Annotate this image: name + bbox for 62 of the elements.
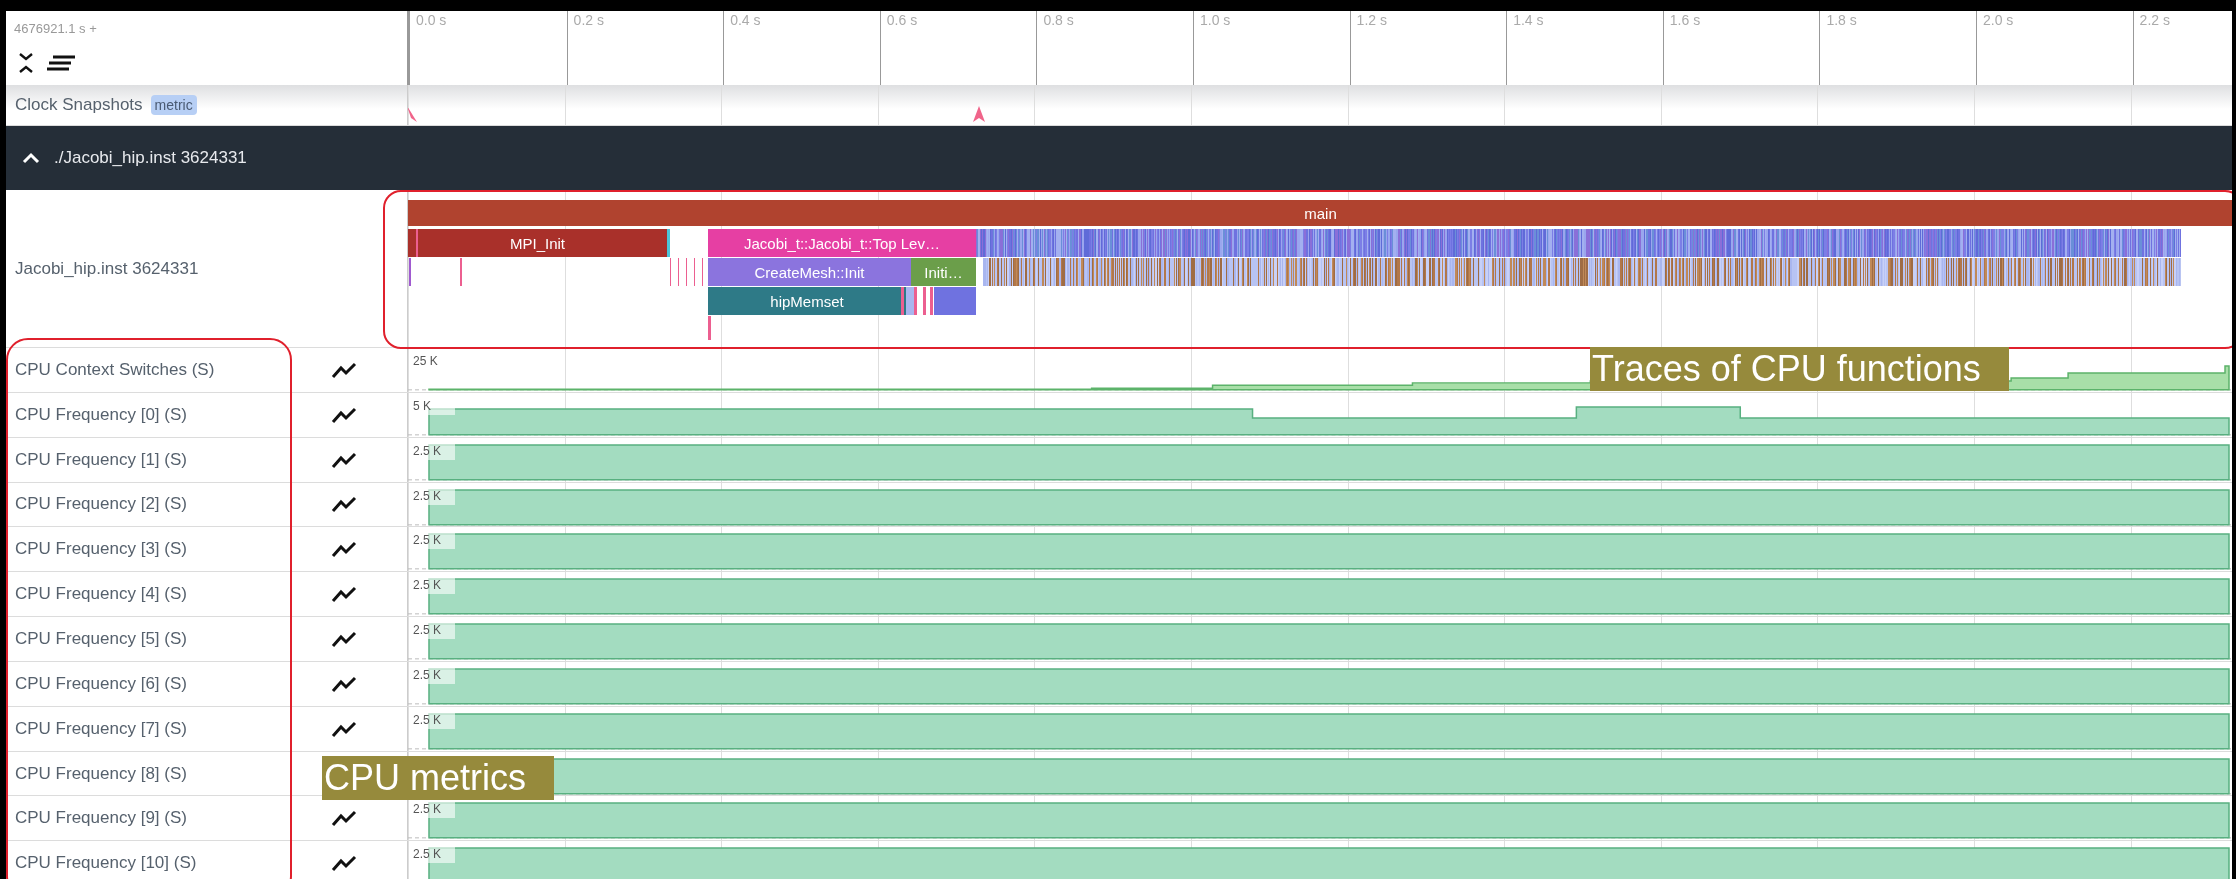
track-label: Jacobi_hip.inst 3624331: [15, 258, 199, 279]
chart-line-icon[interactable]: [331, 809, 357, 828]
counter-max-label: 2.5 K: [412, 442, 455, 460]
counter-label: CPU Frequency [9] (S): [15, 808, 187, 829]
time-tick-label: 0.8 s: [1043, 12, 1074, 28]
time-tick-label: 1.6 s: [1669, 12, 1701, 28]
counter-label: CPU Frequency [1] (S): [15, 449, 187, 470]
time-tick-label: 2.0 s: [1983, 12, 2014, 28]
counter-label: CPU Frequency [5] (S): [15, 629, 187, 649]
counter-label: CPU Frequency [10] (S): [15, 853, 197, 874]
trace-slice[interactable]: main: [408, 200, 2232, 226]
chart-line-icon[interactable]: [331, 450, 357, 469]
chevron-up-icon[interactable]: [22, 152, 40, 164]
chart-line-icon[interactable]: [331, 719, 357, 738]
lines-icon[interactable]: [46, 53, 76, 73]
time-tick-label: 1.2 s: [1356, 12, 1387, 28]
process-title: ./Jacobi_hip.inst 3624331: [54, 148, 247, 168]
counter-max-label: 2.5 K: [412, 711, 455, 729]
track-label: Clock Snapshots: [15, 95, 143, 115]
chart-line-icon[interactable]: [331, 360, 357, 379]
metric-tag: metric: [150, 95, 197, 115]
chart-line-icon[interactable]: [331, 854, 357, 873]
time-tick-label: 1.8 s: [1826, 12, 1857, 28]
time-tick-label: 0.0 s: [416, 12, 447, 28]
time-tick-label: 1.0 s: [1200, 12, 1231, 28]
counter-max-label: 2.5 K: [412, 487, 455, 505]
trace-slice[interactable]: CreateMesh::Init: [708, 258, 911, 286]
time-tick-label: 2.2 s: [2139, 12, 2170, 28]
time-tick-label: 0.4 s: [730, 12, 761, 28]
counter-label: CPU Frequency [4] (S): [15, 584, 187, 605]
chart-line-icon[interactable]: [331, 674, 357, 693]
trace-slice[interactable]: Jacobi_t::Jacobi_t::Top Lev…: [708, 229, 976, 257]
snapshot-marker-icon[interactable]: [408, 105, 418, 123]
chart-line-icon[interactable]: [331, 630, 357, 648]
chart-line-icon[interactable]: [331, 585, 357, 604]
time-tick-label: 1.4 s: [1513, 12, 1544, 28]
counter-label: CPU Context Switches (S): [15, 359, 215, 380]
annotation-label: Traces of CPU functions: [1590, 347, 2009, 391]
counter-label: CPU Frequency [3] (S): [15, 539, 187, 560]
collapse-all-icon[interactable]: [18, 51, 34, 75]
chart-line-icon[interactable]: [331, 405, 357, 424]
annotation-label: CPU metrics: [322, 756, 554, 800]
trace-slice[interactable]: hipMemset: [708, 287, 906, 315]
counter-label: CPU Frequency [0] (S): [15, 404, 187, 425]
counter-max-label: 2.5 K: [412, 532, 455, 550]
counter-max-label: 2.5 K: [412, 846, 455, 864]
time-offset: 4676921.1 s +: [14, 21, 97, 36]
counter-max-label: 2.5 K: [412, 577, 455, 595]
trace-slice[interactable]: MPI_Init: [408, 229, 667, 257]
counter-max-label: 2.5 K: [412, 622, 455, 640]
time-tick-label: 0.2 s: [573, 12, 604, 28]
chart-line-icon[interactable]: [331, 495, 357, 514]
counter-label: CPU Frequency [2] (S): [15, 494, 187, 515]
counter-max-label: 2.5 K: [412, 666, 455, 684]
counter-label: CPU Frequency [7] (S): [15, 718, 187, 739]
time-tick-label: 0.6 s: [886, 12, 918, 28]
trace-slice[interactable]: Initi…: [911, 258, 976, 286]
counter-label: CPU Frequency [6] (S): [15, 673, 187, 694]
counter-max-label: 2.5 K: [412, 801, 455, 819]
counter-label: CPU Frequency [8] (S): [15, 763, 187, 784]
snapshot-marker-icon[interactable]: [972, 105, 986, 123]
chart-line-icon[interactable]: [331, 540, 357, 559]
